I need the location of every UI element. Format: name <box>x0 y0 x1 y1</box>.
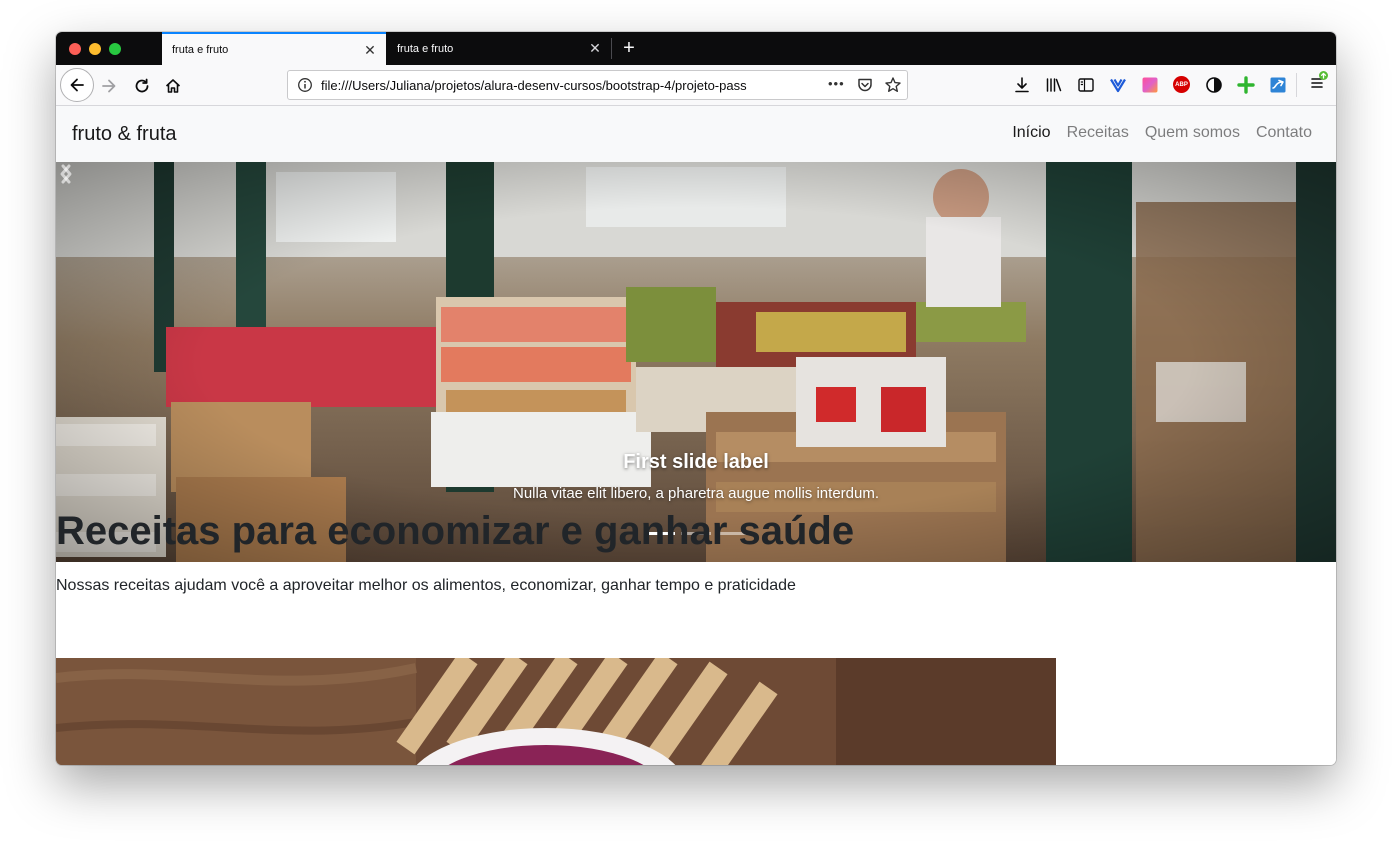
forward-button[interactable] <box>99 76 119 96</box>
gradient-extension-icon[interactable] <box>1141 76 1159 94</box>
close-window-button[interactable] <box>69 43 81 55</box>
minimize-window-button[interactable] <box>89 43 101 55</box>
vivaldi-icon[interactable] <box>1109 76 1127 94</box>
tab-close-icon[interactable]: ✕ <box>588 41 602 55</box>
site-nav-links: Início Receitas Quem somos Contato <box>1012 124 1312 142</box>
bowl-photo <box>56 658 1056 765</box>
menu-icon[interactable] <box>1307 70 1329 92</box>
tab-title: fruta e fruto <box>397 42 454 55</box>
bookmark-star-icon[interactable] <box>884 76 902 94</box>
back-arrow-icon <box>70 78 84 92</box>
download-icon[interactable] <box>1013 76 1031 94</box>
screenshot-extension-icon[interactable] <box>1269 76 1287 94</box>
forward-arrow-icon <box>102 79 116 93</box>
new-tab-button[interactable]: + <box>619 37 639 59</box>
adblock-plus-icon[interactable]: ABP <box>1173 76 1190 93</box>
market-photo <box>56 162 1336 562</box>
page-lead: Nossas receitas ajudam você a aproveitar… <box>56 577 796 594</box>
carousel-caption-title: First slide label <box>623 451 769 473</box>
home-icon <box>165 79 181 93</box>
nav-link-contato[interactable]: Contato <box>1256 124 1312 142</box>
reload-button[interactable] <box>132 76 152 96</box>
url-text[interactable]: file:///Users/Juliana/projetos/alura-des… <box>321 78 793 93</box>
nav-link-receitas[interactable]: Receitas <box>1067 124 1129 142</box>
library-icon[interactable] <box>1045 76 1063 94</box>
hero-carousel: First slide label Nulla vitae elit liber… <box>56 162 1336 562</box>
carousel-caption-text: Nulla vitae elit libero, a pharetra augu… <box>512 485 880 502</box>
carousel-next-icon[interactable] <box>56 162 76 186</box>
web-page: fruto & fruta Início Receitas Quem somos… <box>56 106 1336 765</box>
url-bar[interactable]: file:///Users/Juliana/projetos/alura-des… <box>287 70 908 100</box>
back-button[interactable] <box>60 68 94 102</box>
info-icon[interactable] <box>297 77 313 93</box>
sidebar-icon[interactable] <box>1077 76 1095 94</box>
site-brand[interactable]: fruto & fruta <box>72 123 177 146</box>
zoom-window-button[interactable] <box>109 43 121 55</box>
pocket-icon[interactable] <box>856 76 874 94</box>
plus-extension-icon[interactable] <box>1237 76 1255 94</box>
browser-window: fruta e fruto ✕ fruta e fruto ✕ + file:/… <box>56 32 1336 765</box>
home-button[interactable] <box>163 76 183 96</box>
tab-close-icon[interactable]: ✕ <box>363 43 377 57</box>
nav-link-quem-somos[interactable]: Quem somos <box>1145 124 1240 142</box>
nav-link-inicio[interactable]: Início <box>1012 124 1050 142</box>
page-heading: Receitas para economizar e ganhar saúde <box>56 509 855 553</box>
page-actions-icon[interactable]: ••• <box>828 76 845 91</box>
tab-title: fruta e fruto <box>172 43 229 56</box>
toolbar-divider <box>1296 73 1297 97</box>
privacy-badger-icon[interactable] <box>1205 76 1223 94</box>
browser-tab-1[interactable]: fruta e fruto ✕ <box>162 32 386 65</box>
recipe-image <box>56 658 1056 765</box>
browser-tab-2[interactable]: fruta e fruto ✕ <box>387 32 612 65</box>
tab-strip: fruta e fruto ✕ fruta e fruto ✕ + <box>56 32 1336 65</box>
reload-icon <box>135 78 149 93</box>
site-navbar: fruto & fruta Início Receitas Quem somos… <box>56 106 1336 162</box>
browser-toolbar: file:///Users/Juliana/projetos/alura-des… <box>56 65 1336 106</box>
